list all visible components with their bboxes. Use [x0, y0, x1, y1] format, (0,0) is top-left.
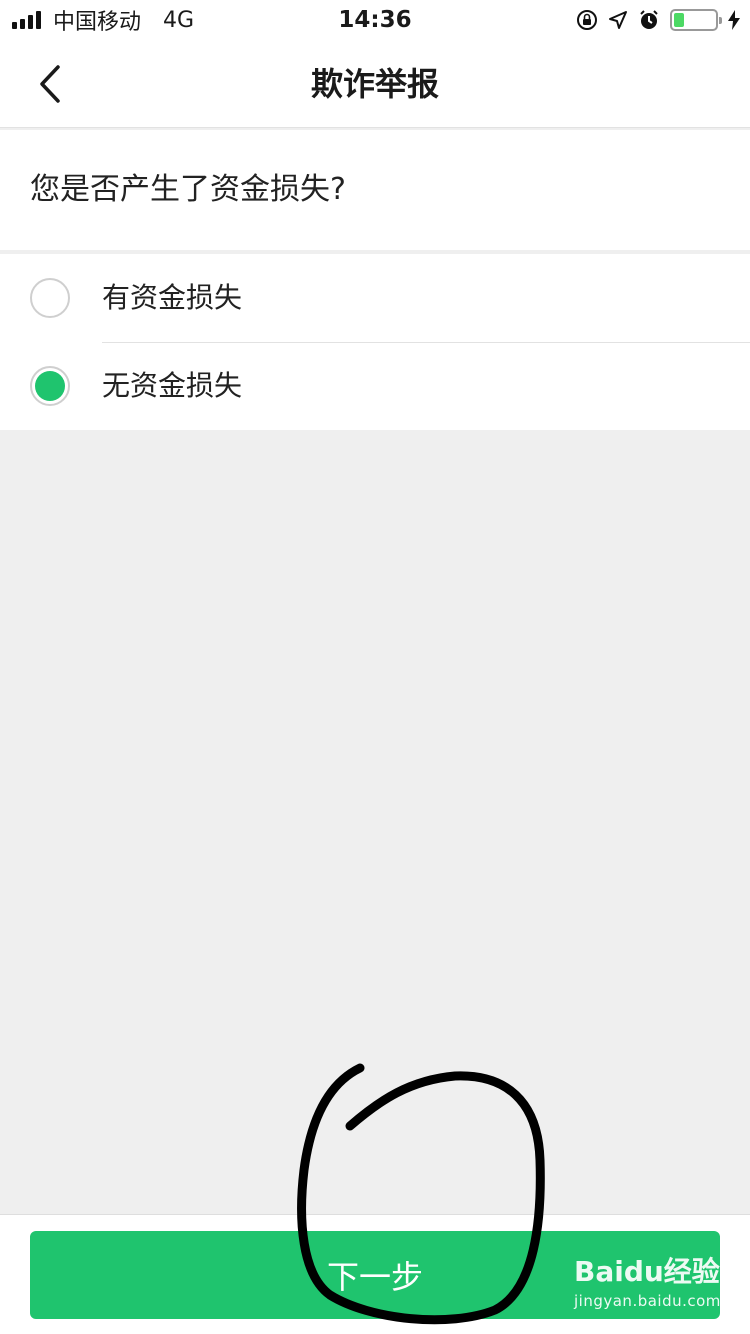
radio-button[interactable] [30, 366, 70, 406]
page-title: 欺诈举报 [310, 65, 439, 103]
bottom-bar: 下一步 [0, 1214, 750, 1334]
alarm-icon [640, 10, 658, 29]
next-step-button[interactable]: 下一步 [30, 1231, 720, 1319]
charging-bolt-icon [728, 10, 740, 30]
option-with-loss[interactable]: 有资金损失 [0, 254, 750, 342]
options-list: 有资金损失 无资金损失 [0, 254, 750, 430]
back-button[interactable] [22, 58, 78, 110]
nav-bar: 欺诈举报 [0, 40, 750, 128]
rotation-lock-icon [577, 10, 597, 30]
option-label: 有资金损失 [102, 281, 243, 314]
status-left: 中国移动 4G [12, 4, 194, 36]
option-no-loss[interactable]: 无资金损失 [0, 342, 750, 430]
question-section: 您是否产生了资金损失? [0, 130, 750, 250]
location-icon [609, 11, 627, 29]
battery-icon [670, 9, 722, 31]
battery-level [674, 13, 684, 27]
radio-button[interactable] [30, 278, 70, 318]
status-right [576, 0, 740, 40]
radio-dot [35, 283, 65, 313]
signal-icon [12, 11, 41, 29]
radio-dot [35, 371, 65, 401]
chevron-left-icon [40, 65, 60, 103]
question-text: 您是否产生了资金损失? [30, 172, 346, 207]
option-label: 无资金损失 [102, 369, 243, 402]
network-type: 4G [163, 7, 195, 33]
status-bar: 中国移动 4G 14:36 [0, 0, 750, 40]
carrier-name: 中国移动 [53, 10, 142, 35]
